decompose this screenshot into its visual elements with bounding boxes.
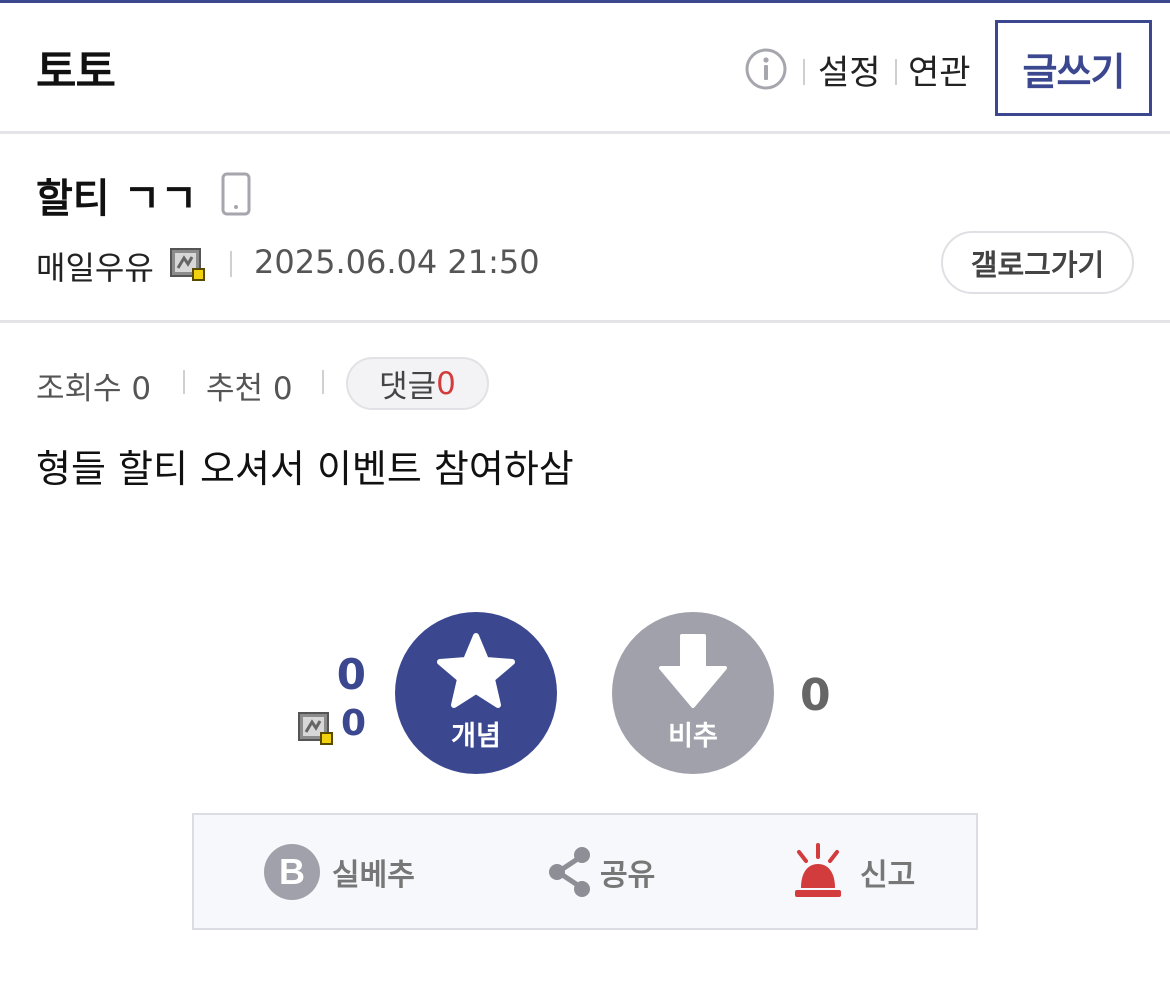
share-icon xyxy=(549,846,590,897)
recommend-label: 개념 xyxy=(451,721,501,752)
comments-count: 0 xyxy=(436,365,456,402)
author-nickname[interactable]: 매일우유 xyxy=(36,243,154,289)
post-body: 형들 할티 오셔서 이벤트 참여하삼 xyxy=(36,447,574,491)
views-stat: 조회수 0 xyxy=(36,363,151,408)
meta-separator xyxy=(230,251,232,277)
best-b-icon: B xyxy=(264,843,320,900)
header-divider xyxy=(0,131,1170,134)
related-link[interactable]: 연관 xyxy=(908,45,971,94)
header-separator xyxy=(803,59,805,85)
report-label: 신고 xyxy=(860,857,916,893)
recommends-stat: 추천 0 xyxy=(206,363,293,408)
best-recommend-button[interactable]: B 실베추 xyxy=(264,815,415,928)
report-button[interactable]: 신고 xyxy=(790,815,915,928)
nonrecommend-count: 0 xyxy=(800,670,831,721)
member-icon xyxy=(170,248,205,281)
views-count: 0 xyxy=(131,371,152,407)
siren-icon xyxy=(795,842,841,897)
comments-label: 댓글 xyxy=(379,369,437,405)
views-label: 조회수 xyxy=(36,371,122,407)
best-recommend-label: 실베추 xyxy=(332,857,415,893)
info-icon[interactable] xyxy=(744,47,788,91)
stat-separator xyxy=(322,370,324,394)
action-bar: B 실베추 공유 신고 xyxy=(192,813,978,930)
settings-link[interactable]: 설정 xyxy=(818,45,881,94)
recommend-count: 0 xyxy=(336,650,366,699)
recommends-label: 추천 xyxy=(206,371,264,407)
post-title: 할티 ㄱㄱ xyxy=(36,176,198,222)
nonrecommend-label: 비추 xyxy=(668,721,718,752)
recommends-count: 0 xyxy=(272,371,293,407)
meta-divider xyxy=(0,320,1170,323)
gallery-title[interactable]: 토토 xyxy=(36,35,116,99)
gallery-header: 토토 설정 연관 글쓰기 xyxy=(0,3,1170,132)
share-label: 공유 xyxy=(600,857,656,893)
stat-separator xyxy=(183,370,185,394)
post-date: 2025.06.04 21:50 xyxy=(254,243,540,281)
share-button[interactable]: 공유 xyxy=(546,815,655,928)
arrow-down-icon xyxy=(659,634,727,708)
fixed-recommend-count: 0 xyxy=(340,703,366,744)
star-icon xyxy=(437,633,515,708)
comment-badge[interactable]: 댓글 0 xyxy=(346,357,489,410)
recommend-button[interactable]: 개념 xyxy=(395,612,557,774)
nonrecommend-button[interactable]: 비추 xyxy=(612,612,774,774)
gallog-button[interactable]: 갤로그가기 xyxy=(941,231,1134,294)
mobile-icon xyxy=(221,172,251,216)
header-separator xyxy=(895,59,897,85)
write-button[interactable]: 글쓰기 xyxy=(995,20,1152,116)
